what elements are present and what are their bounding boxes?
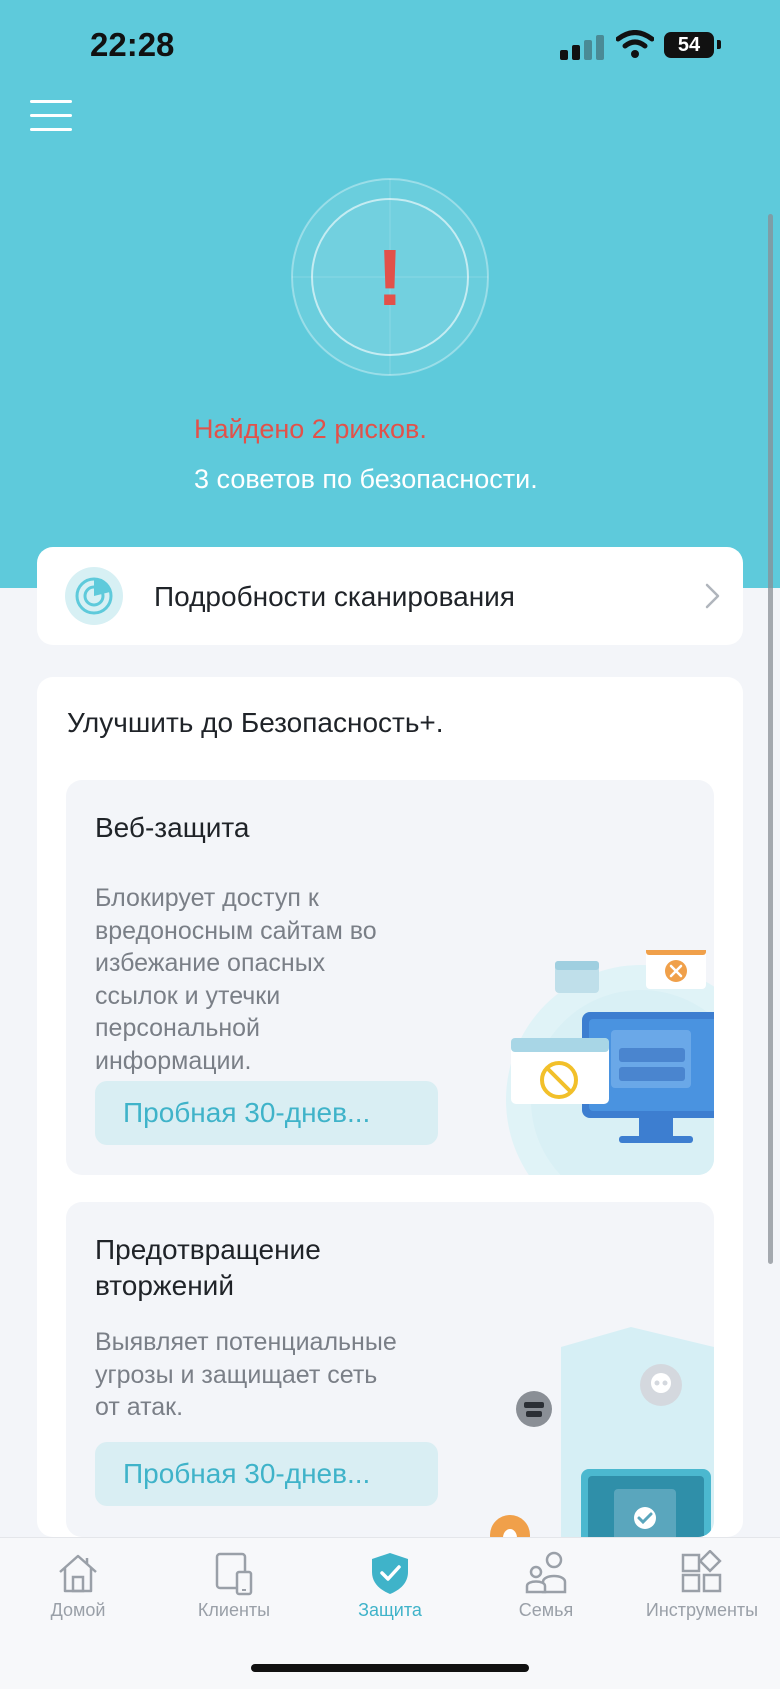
description-line: ссылок и утечки	[95, 981, 281, 1010]
battery-level: 54	[677, 34, 701, 56]
description-line: вредоносным сайтам во	[95, 916, 377, 945]
tab-label: Клиенты	[197, 1600, 271, 1620]
trial-button[interactable]: Пробная 30-днев...	[95, 1442, 438, 1506]
feature-title: Предотвращение вторжений	[95, 1232, 321, 1304]
security-tips-text: 3 советов по безопасности.	[194, 464, 538, 494]
intrusion-prevention-illustration	[490, 1327, 714, 1537]
upgrade-card: Улучшить до Безопасность+. Веб-защита Бл…	[37, 677, 743, 1537]
description-line: Выявляет потенциальные	[95, 1328, 397, 1356]
tab-tools[interactable]: Инструменты	[624, 1550, 780, 1640]
tab-clients[interactable]: Клиенты	[156, 1550, 312, 1640]
family-icon	[525, 1551, 567, 1594]
scrollbar[interactable]	[768, 214, 773, 1264]
menu-icon-line	[30, 128, 72, 131]
feature-title: Веб-защита	[95, 812, 250, 843]
menu-icon-line	[30, 114, 72, 117]
battery-icon: 54	[664, 32, 714, 58]
devices-icon	[215, 1552, 253, 1596]
description-line: Блокирует доступ к	[95, 884, 319, 912]
description-line: избежание опасных	[95, 949, 326, 977]
menu-icon-line	[30, 100, 72, 103]
description-line: от атак.	[95, 1393, 184, 1421]
tab-home[interactable]: Домой	[0, 1550, 156, 1640]
scan-status-ring: !	[291, 178, 489, 376]
tab-protection[interactable]: Защита	[312, 1550, 468, 1640]
tab-label: Семья	[518, 1600, 574, 1620]
status-icons: 54	[560, 30, 730, 60]
scan-details-label: Подробности сканирования	[154, 581, 515, 612]
home-indicator	[251, 1664, 529, 1672]
web-protection-illustration	[506, 950, 714, 1175]
title-line: вторжений	[95, 1270, 234, 1301]
description-line: информации.	[95, 1046, 252, 1075]
description-line: угрозы и защищает сеть	[95, 1360, 378, 1389]
wifi-icon	[616, 30, 654, 58]
alert-icon: !	[377, 233, 404, 322]
feature-intrusion-prevention: Предотвращение вторжений Выявляет потенц…	[66, 1202, 714, 1537]
tab-label: Инструменты	[645, 1600, 759, 1620]
risks-found-text: Найдено 2 рисков.	[194, 414, 427, 444]
feature-description: Выявляет потенциальные угрозы и защищает…	[95, 1326, 397, 1424]
tab-label: Защита	[358, 1600, 422, 1620]
tools-icon	[681, 1550, 722, 1593]
upgrade-title: Улучшить до Безопасность+.	[67, 707, 444, 738]
chevron-right-icon	[705, 583, 720, 609]
menu-button[interactable]	[30, 100, 72, 132]
feature-description: Блокирует доступ к вредоносным сайтам во…	[95, 882, 377, 1077]
home-icon	[59, 1554, 97, 1593]
tab-family[interactable]: Семья	[468, 1550, 624, 1640]
shield-icon	[372, 1553, 408, 1594]
description-line: персональной	[95, 1014, 261, 1042]
tab-label: Домой	[50, 1600, 106, 1620]
trial-button[interactable]: Пробная 30-днев...	[95, 1081, 438, 1145]
status-time: 22:28	[90, 26, 175, 63]
feature-web-protection: Веб-защита Блокирует доступ к вредоносны…	[66, 780, 714, 1175]
protection-header: 22:28 54 ! Найдено 2 рисков. 3 советов п…	[0, 0, 780, 588]
scan-details-row[interactable]: Подробности сканирования	[37, 547, 743, 645]
battery-cap	[717, 40, 721, 49]
title-line: Предотвращение	[95, 1234, 321, 1265]
radar-icon	[65, 567, 123, 625]
